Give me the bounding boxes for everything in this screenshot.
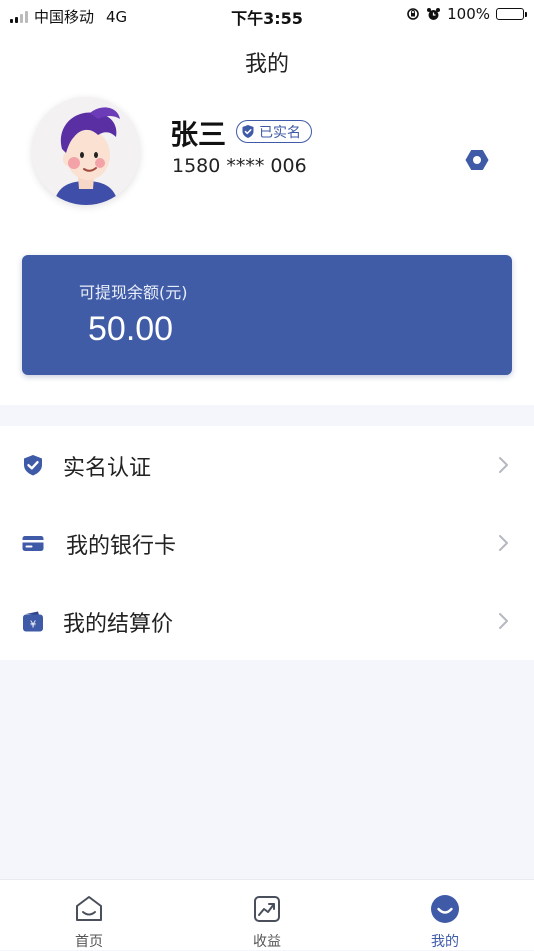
settings-button[interactable] — [462, 145, 492, 175]
tab-label: 首页 — [75, 934, 103, 950]
status-right: 100% — [406, 5, 527, 23]
balance-label: 可提现余额(元) — [79, 283, 188, 302]
tab-earnings[interactable]: 收益 — [178, 880, 356, 950]
battery-percent: 100% — [447, 5, 490, 23]
chevron-right-icon — [499, 613, 508, 629]
tab-label: 我的 — [431, 934, 459, 950]
balance-amount: 50.00 — [88, 310, 174, 348]
verified-badge: 已实名 — [236, 120, 312, 143]
menu-list: 实名认证 我的银行卡 ¥ 我的结算价 — [0, 426, 534, 660]
chevron-right-icon — [499, 535, 508, 551]
alarm-clock-icon — [427, 7, 441, 20]
chevron-right-icon — [499, 457, 508, 473]
tab-bar: 首页 收益 我的 — [0, 879, 534, 950]
tab-mine[interactable]: 我的 — [356, 880, 534, 950]
wallet-yuan-icon: ¥ — [23, 611, 43, 632]
avatar-illustration — [32, 97, 140, 205]
menu-item-bank-card[interactable]: 我的银行卡 — [0, 504, 534, 582]
menu-item-label: 我的银行卡 — [66, 534, 177, 559]
battery-icon — [496, 8, 527, 20]
status-bar: 中国移动 4G 下午3:55 100% — [0, 0, 534, 30]
balance-card[interactable]: 可提现余额(元) 50.00 — [22, 255, 512, 375]
profile-smile-icon — [431, 895, 459, 923]
tab-label: 收益 — [253, 934, 281, 950]
menu-item-real-name-verification[interactable]: 实名认证 — [0, 426, 534, 504]
svg-text:¥: ¥ — [30, 620, 36, 631]
verified-label: 已实名 — [259, 124, 301, 141]
page-title: 我的 — [244, 52, 289, 77]
bank-card-icon — [22, 536, 44, 551]
menu-item-label: 我的结算价 — [63, 612, 174, 637]
tab-home[interactable]: 首页 — [0, 880, 178, 950]
trend-chart-icon — [254, 896, 280, 922]
phone-number: 1580 **** 006 — [172, 155, 307, 177]
menu-item-label: 实名认证 — [63, 456, 152, 481]
menu-item-settlement-price[interactable]: ¥ 我的结算价 — [0, 582, 534, 660]
shield-check-icon — [242, 125, 254, 138]
avatar[interactable] — [32, 97, 140, 205]
settings-hex-icon — [465, 150, 489, 170]
orientation-lock-icon — [407, 8, 419, 20]
shield-check-icon — [24, 455, 42, 476]
home-icon — [76, 896, 102, 921]
user-name: 张三 — [170, 118, 227, 151]
